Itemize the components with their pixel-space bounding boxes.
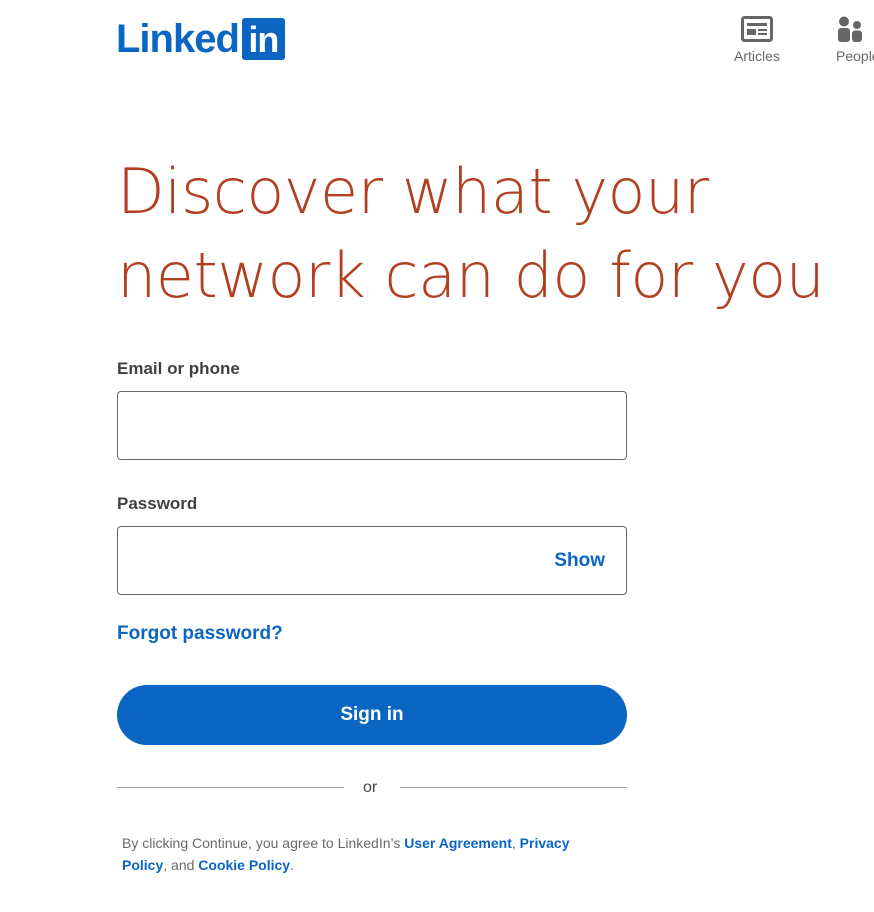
show-password-button[interactable]: Show — [554, 550, 605, 572]
password-label: Password — [117, 494, 198, 513]
email-input[interactable] — [118, 392, 626, 459]
nav-articles-label: Articles — [734, 48, 780, 64]
legal-sep-2: , and — [163, 857, 199, 873]
forgot-password-link[interactable]: Forgot password? — [117, 623, 283, 645]
email-label: Email or phone — [117, 359, 240, 378]
nav-people-label: People — [836, 48, 874, 64]
nav-people[interactable]: People — [836, 16, 874, 64]
login-page: Linked in Articles People Discover what … — [0, 0, 874, 912]
legal-suffix: . — [290, 857, 294, 873]
hero-line-2: network can do for you — [117, 239, 825, 312]
legal-notice: By clicking Continue, you agree to Linke… — [122, 832, 602, 876]
people-icon — [838, 16, 862, 42]
password-input[interactable] — [118, 527, 626, 594]
linkedin-logo[interactable]: Linked in — [116, 18, 285, 60]
legal-prefix: By clicking Continue, you agree to Linke… — [122, 835, 405, 851]
legal-sep-1: , — [511, 835, 520, 851]
sign-in-button[interactable]: Sign in — [117, 685, 627, 745]
hero-line-1: Discover what your — [117, 155, 709, 228]
divider-or: or — [363, 779, 378, 796]
user-agreement-link[interactable]: User Agreement — [404, 835, 512, 851]
newspaper-icon — [740, 16, 773, 42]
divider-left — [117, 787, 344, 788]
logo-in-box: in — [241, 18, 285, 60]
nav-articles[interactable]: Articles — [734, 16, 780, 64]
password-field-wrapper: Show — [117, 526, 627, 595]
hero-headline: Discover what your network can do for yo… — [117, 150, 837, 318]
divider-right — [400, 787, 627, 788]
email-field-wrapper — [117, 391, 627, 460]
cookie-policy-link[interactable]: Cookie Policy — [198, 857, 290, 873]
logo-wordmark: Linked — [116, 17, 240, 61]
